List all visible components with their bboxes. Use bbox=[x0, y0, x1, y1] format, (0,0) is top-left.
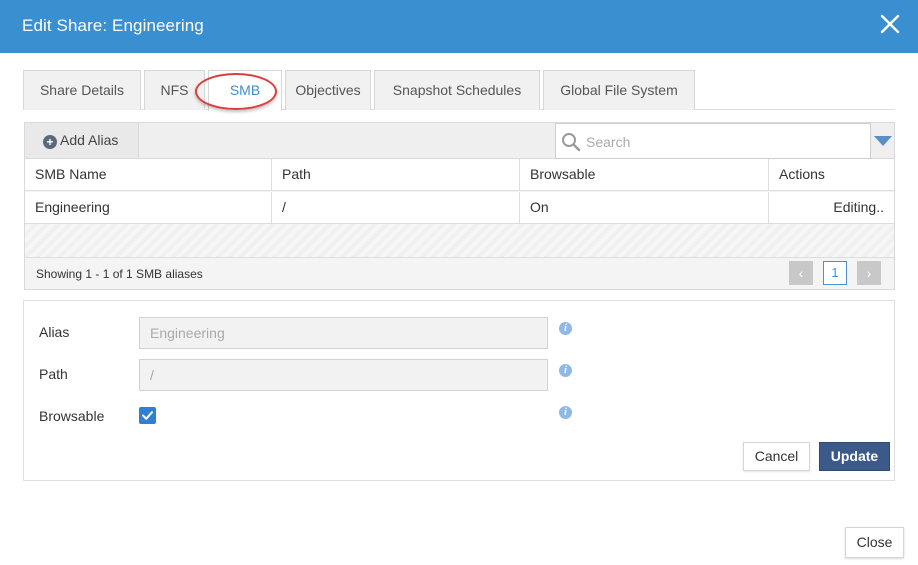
grid-toolbar: + Add Alias bbox=[25, 123, 894, 159]
grid-pager: Showing 1 - 1 of 1 SMB aliases ‹ 1 › bbox=[25, 258, 894, 289]
tab-objectives[interactable]: Objectives bbox=[285, 70, 371, 110]
column-header-actions: Actions bbox=[779, 166, 825, 182]
tab-snapshot-schedules[interactable]: Snapshot Schedules bbox=[374, 70, 540, 110]
close-icon[interactable] bbox=[878, 12, 902, 36]
search-icon bbox=[562, 133, 581, 152]
alias-label: Alias bbox=[39, 324, 70, 340]
alias-edit-form: Alias i Path i Browsable i Cancel Update bbox=[23, 300, 895, 481]
browsable-checkbox[interactable] bbox=[139, 407, 156, 424]
cell-actions: Editing.. bbox=[833, 199, 884, 215]
cell-browsable: On bbox=[520, 192, 769, 223]
cell-path: / bbox=[272, 192, 520, 223]
browsable-label: Browsable bbox=[39, 408, 105, 424]
table-row[interactable]: Engineering / On Editing.. bbox=[25, 192, 894, 224]
column-header-smb-name[interactable]: SMB Name bbox=[25, 159, 272, 190]
update-button[interactable]: Update bbox=[819, 442, 890, 471]
search-input[interactable] bbox=[584, 131, 864, 153]
add-alias-label: Add Alias bbox=[60, 132, 119, 148]
table-header: SMB Name Path Browsable Actions bbox=[25, 159, 894, 191]
path-field[interactable] bbox=[139, 359, 548, 391]
add-alias-button[interactable]: + Add Alias bbox=[25, 123, 139, 158]
info-icon[interactable]: i bbox=[559, 406, 572, 419]
next-page-button[interactable]: › bbox=[857, 261, 881, 285]
cell-smb-name: Engineering bbox=[25, 192, 272, 223]
pager-info: Showing 1 - 1 of 1 SMB aliases bbox=[36, 267, 203, 281]
search-box bbox=[555, 123, 871, 159]
chevron-right-icon: › bbox=[866, 265, 872, 281]
column-header-browsable[interactable]: Browsable bbox=[520, 159, 769, 190]
alias-field[interactable] bbox=[139, 317, 548, 349]
tab-global-file-system[interactable]: Global File System bbox=[543, 70, 695, 110]
prev-page-button[interactable]: ‹ bbox=[789, 261, 813, 285]
column-header-path[interactable]: Path bbox=[272, 159, 520, 190]
page-number-button[interactable]: 1 bbox=[823, 261, 847, 285]
dialog-title: Edit Share: Engineering bbox=[22, 16, 204, 35]
tab-nfs[interactable]: NFS bbox=[144, 70, 205, 110]
caret-down-icon[interactable] bbox=[874, 136, 892, 146]
cancel-button[interactable]: Cancel bbox=[743, 442, 810, 471]
check-icon bbox=[142, 411, 153, 420]
tab-bar: Share Details NFS SMB Objectives Snapsho… bbox=[23, 70, 895, 111]
empty-rows-area bbox=[25, 224, 894, 258]
smb-alias-grid: +Add Alias SMB Name Path Browsable Actio… bbox=[24, 122, 895, 290]
path-label: Path bbox=[39, 366, 68, 382]
tab-share-details[interactable]: Share Details bbox=[23, 70, 141, 110]
close-button[interactable]: Close bbox=[845, 527, 904, 558]
info-icon[interactable]: i bbox=[559, 364, 572, 377]
plus-circle-icon: + bbox=[43, 135, 57, 149]
chevron-left-icon: ‹ bbox=[798, 265, 804, 281]
dialog-header: Edit Share: Engineering bbox=[0, 0, 918, 53]
info-icon[interactable]: i bbox=[559, 322, 572, 335]
tab-smb[interactable]: SMB bbox=[208, 70, 282, 111]
